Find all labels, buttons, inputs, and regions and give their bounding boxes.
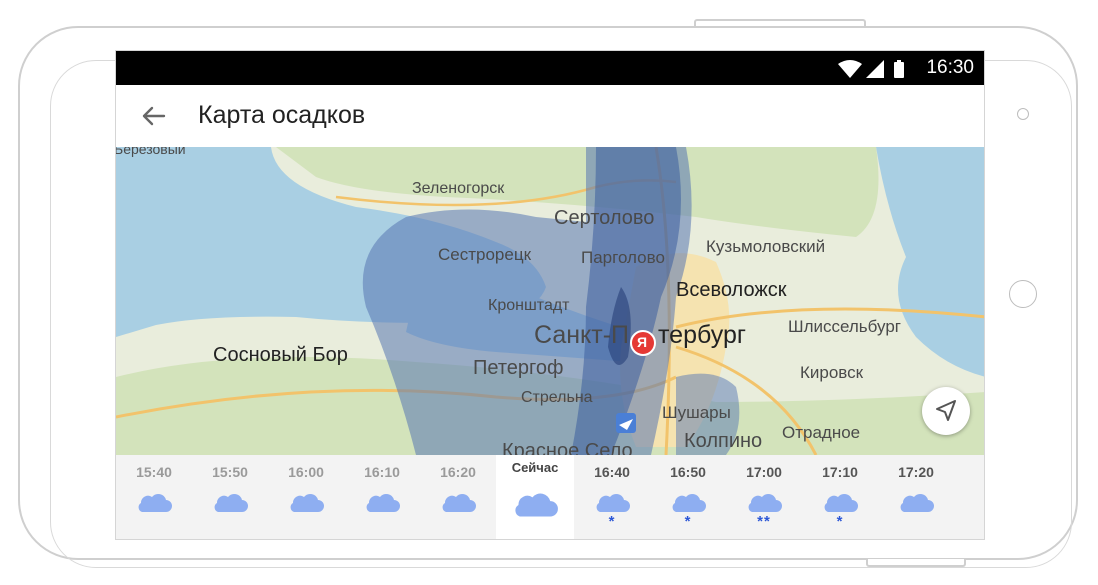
time-slot-label: 17:00: [746, 464, 782, 480]
app-bar: Карта осадков: [116, 85, 984, 147]
map-label-vsevolozhsk: Всеволожск: [676, 279, 787, 301]
time-slot[interactable]: 15:40: [116, 455, 192, 539]
cloud-icon: [748, 493, 782, 512]
time-slot-label: Сейчас: [511, 460, 559, 475]
my-location-button[interactable]: [922, 387, 970, 435]
snow-indicator: **: [757, 513, 771, 530]
back-arrow-icon[interactable]: [138, 101, 168, 131]
time-slot-label: 15:40: [136, 464, 172, 480]
time-slot[interactable]: 15:50: [192, 455, 268, 539]
time-slot-label: 17:20: [898, 464, 934, 480]
status-time: 16:30: [926, 57, 974, 78]
time-slot[interactable]: 17:20: [878, 455, 954, 539]
time-slot-label: 16:20: [440, 464, 476, 480]
signal-icon: [866, 60, 884, 78]
cloud-icon: [596, 493, 630, 512]
map-label-pargolovo: Парголово: [581, 248, 665, 267]
time-slot[interactable]: 16:00: [268, 455, 344, 539]
cloud-icon: [672, 493, 706, 512]
map-label-spb-right: тербург: [658, 321, 746, 349]
map-label-otradnoe: Отрадное: [782, 423, 861, 442]
map-label-shlisselburg: Шлиссельбург: [788, 317, 901, 336]
navigation-arrow-icon: [936, 400, 956, 421]
map-label-sertolovo: Сертолово: [554, 207, 655, 229]
time-slot-label: 16:50: [670, 464, 706, 480]
snow-indicator: *: [836, 513, 844, 530]
time-slider[interactable]: 15:40 15:50 16:00 16:10 16:20 Сейчас 16:40 * 16:…: [116, 455, 984, 539]
map-label-zelenogorsk: Зеленогорск: [412, 180, 505, 197]
map-label-berezovy: Березовый: [116, 147, 186, 157]
cloud-icon: [824, 493, 858, 512]
map-label-sestroretsk: Сестрорецк: [438, 245, 532, 264]
status-icons: [838, 60, 904, 78]
map-label-sosnovy-bor: Сосновый Бор: [213, 344, 348, 366]
cloud-icon: [515, 493, 558, 517]
map-label-krasnoe-selo: Красное Село: [502, 440, 633, 455]
map-label-shushary: Шушары: [662, 403, 731, 422]
snow-indicator: *: [608, 513, 616, 530]
map-label-marker-letter: Я: [637, 334, 648, 350]
time-slot[interactable]: 17:00 **: [726, 455, 802, 539]
time-slot-label: 16:00: [288, 464, 324, 480]
page-title: Карта осадков: [198, 101, 366, 129]
cloud-icon: [442, 493, 476, 512]
volume-button: [694, 19, 866, 26]
snow-indicator: *: [684, 513, 692, 530]
battery-icon: [894, 62, 904, 78]
time-slot-label: 16:10: [364, 464, 400, 480]
time-slot-label: 15:50: [212, 464, 248, 480]
map-label-kuzmolovsky: Кузьмоловский: [706, 237, 826, 256]
cloud-icon: [900, 493, 934, 512]
map-label-spb-left: Санкт-П: [534, 321, 630, 349]
time-slot[interactable]: 16:10: [344, 455, 420, 539]
home-button[interactable]: [1009, 280, 1037, 308]
time-slot[interactable]: 16:40 *: [574, 455, 650, 539]
time-slot[interactable]: 16:20: [420, 455, 496, 539]
time-slot[interactable]: Сейчас: [496, 455, 574, 539]
cloud-icon: [290, 493, 324, 512]
map-label-kolpino: Колпино: [684, 430, 763, 452]
front-sensor: [1017, 108, 1029, 120]
map-label-petergof: Петергоф: [473, 357, 564, 379]
cloud-icon: [366, 493, 400, 512]
screen: 16:30 Карта осадков Березовый Зеленогорс…: [115, 50, 985, 540]
time-slot[interactable]: 17:10 *: [802, 455, 878, 539]
time-slot-label: 16:40: [594, 464, 630, 480]
cloud-icon: [138, 493, 172, 512]
power-button: [866, 559, 966, 567]
wifi-icon: [838, 60, 862, 78]
precipitation-map[interactable]: Березовый Зеленогорск Сертолово Кузьмоло…: [116, 147, 984, 455]
time-slot[interactable]: 16:50 *: [650, 455, 726, 539]
map-label-strelna: Стрельна: [521, 389, 593, 406]
map-label-kirovsk: Кировск: [800, 363, 864, 382]
cloud-icon: [214, 493, 248, 512]
time-slot-label: 17:10: [822, 464, 858, 480]
status-bar: 16:30: [116, 51, 984, 85]
map-label-kronshtadt: Кронштадт: [488, 297, 570, 314]
